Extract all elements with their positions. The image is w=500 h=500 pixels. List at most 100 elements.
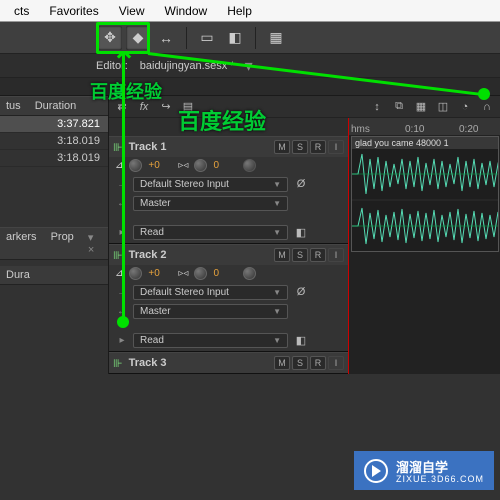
output-select[interactable]: Master▼: [133, 304, 288, 319]
solo-button[interactable]: S: [292, 248, 308, 262]
track-name[interactable]: Track 1: [129, 141, 268, 153]
ruler-tick: 0:10: [405, 124, 429, 135]
volume-value[interactable]: +0: [148, 160, 172, 171]
output-arrow-icon: ←: [115, 198, 129, 209]
automation-value: Read: [140, 335, 164, 346]
record-button[interactable]: R: [310, 140, 326, 154]
automation-arrow-icon[interactable]: ▸: [115, 227, 129, 238]
output-value: Master: [140, 306, 171, 317]
annotation-dot: [478, 88, 490, 100]
menu-view[interactable]: View: [109, 2, 155, 20]
tool-icon[interactable]: ◫: [434, 98, 452, 116]
input-monitor-button[interactable]: I: [328, 248, 344, 262]
annotation-dot: [117, 316, 129, 328]
record-button[interactable]: R: [310, 248, 326, 262]
input-monitor-button[interactable]: I: [328, 140, 344, 154]
tool-icon[interactable]: ▭: [195, 26, 219, 50]
volume-knob[interactable]: [129, 159, 142, 172]
pan-icon: ▹◃: [178, 268, 188, 279]
left-column: tus Duration 3:37.821 3:18.019 3:18.019 …: [0, 96, 108, 374]
input-select[interactable]: Default Stereo Input▼: [133, 285, 288, 300]
list-item[interactable]: 3:18.019: [0, 133, 108, 150]
tab-properties[interactable]: Prop: [51, 231, 74, 256]
output-select[interactable]: Master▼: [133, 196, 288, 211]
input-value: Default Stereo Input: [140, 179, 229, 190]
menu-effects[interactable]: cts: [4, 2, 39, 20]
mute-button[interactable]: M: [274, 356, 290, 370]
solo-button[interactable]: S: [292, 356, 308, 370]
tab-markers[interactable]: arkers: [6, 231, 37, 256]
automation-select[interactable]: Read▼: [133, 333, 288, 348]
menu-help[interactable]: Help: [217, 2, 262, 20]
headphone-icon[interactable]: ∩: [478, 98, 496, 116]
track-icon: ⊪: [113, 141, 123, 154]
solo-button[interactable]: S: [292, 140, 308, 154]
tool-icon[interactable]: ◧: [292, 223, 310, 241]
watermark-url: ZIXUE.3D66.COM: [396, 474, 484, 484]
knob[interactable]: [243, 159, 256, 172]
editor-filename[interactable]: baidujingyan.sesx *: [134, 60, 241, 72]
watermark-brand: 溜溜自学: [396, 460, 448, 475]
dropdown-arrow-icon[interactable]: ▾: [245, 56, 253, 76]
col-duration[interactable]: Duration: [35, 100, 77, 112]
metronome-icon[interactable]: ◔: [456, 98, 474, 116]
input-arrow-icon: →: [115, 287, 129, 298]
tool-icon[interactable]: ◧: [223, 26, 247, 50]
automation-select[interactable]: Read▼: [133, 225, 288, 240]
editor-label: Editor:: [90, 60, 134, 72]
move-tool-icon[interactable]: ✥: [98, 26, 122, 50]
fx-icon[interactable]: fx: [135, 98, 153, 116]
track-icon: ⊪: [113, 249, 123, 262]
ruler-unit: hms: [351, 124, 375, 135]
pan-knob[interactable]: [194, 159, 207, 172]
razor-tool-icon[interactable]: ◆: [126, 26, 150, 50]
list-item[interactable]: 3:37.821: [0, 116, 108, 133]
audio-clip[interactable]: glad you came 48000 1: [351, 136, 499, 252]
input-select[interactable]: Default Stereo Input▼: [133, 177, 288, 192]
col-status[interactable]: tus: [6, 100, 21, 112]
input-arrow-icon: →: [115, 179, 129, 190]
tool-icon[interactable]: ▤: [179, 98, 197, 116]
tracks-panel: ⇄ fx ↪ ▤ ↕ ⧉ ▦ ◫ ◔ ∩ ⊪ Track 1: [108, 96, 500, 374]
record-button[interactable]: R: [310, 356, 326, 370]
tool-icon[interactable]: ▦: [412, 98, 430, 116]
slip-tool-icon[interactable]: ↔: [154, 26, 178, 50]
files-list: 3:37.821 3:18.019 3:18.019: [0, 116, 108, 167]
files-panel-header: tus Duration: [0, 96, 108, 116]
volume-value[interactable]: +0: [148, 268, 172, 279]
volume-knob[interactable]: [129, 267, 142, 280]
input-monitor-button[interactable]: I: [328, 356, 344, 370]
pan-value[interactable]: 0: [213, 160, 237, 171]
tool-icon[interactable]: ↕: [368, 98, 386, 116]
clip-label: glad you came 48000 1: [352, 137, 498, 149]
pan-icon: ▹◃: [178, 160, 188, 171]
send-icon[interactable]: ↪: [157, 98, 175, 116]
snap-icon[interactable]: ⧉: [390, 98, 408, 116]
output-value: Master: [140, 198, 171, 209]
time-ruler[interactable]: hms 0:10 0:20 0:30: [349, 118, 500, 136]
timeline[interactable]: hms 0:10 0:20 0:30 glad you came 48000 1: [348, 118, 500, 374]
stereo-icon[interactable]: Ø: [292, 175, 310, 193]
list-item[interactable]: 3:18.019: [0, 150, 108, 167]
tool-icon[interactable]: ▦: [264, 26, 288, 50]
tool-icon[interactable]: ⇄: [113, 98, 131, 116]
menu-favorites[interactable]: Favorites: [39, 2, 108, 20]
col-duration2[interactable]: Dura: [6, 269, 30, 281]
main-toolbar: ✥ ◆ ↔ ▭ ◧ ▦: [0, 22, 500, 54]
track-icon: ⊪: [113, 357, 123, 370]
track-name[interactable]: Track 2: [129, 249, 268, 261]
automation-arrow-icon[interactable]: ▸: [115, 335, 129, 346]
automation-value: Read: [140, 227, 164, 238]
menu-bar: cts Favorites View Window Help: [0, 0, 500, 22]
menu-window[interactable]: Window: [155, 2, 218, 20]
track-name[interactable]: Track 3: [129, 357, 268, 369]
stereo-icon[interactable]: Ø: [292, 283, 310, 301]
mute-button[interactable]: M: [274, 140, 290, 154]
track-headers: ⊪ Track 1 M S R I ⊿ +0: [109, 118, 348, 374]
pan-knob[interactable]: [194, 267, 207, 280]
tool-icon[interactable]: ◧: [292, 331, 310, 349]
mute-button[interactable]: M: [274, 248, 290, 262]
track: ⊪ Track 2 M S R I ⊿ +0: [109, 244, 348, 352]
knob[interactable]: [243, 267, 256, 280]
pan-value[interactable]: 0: [213, 268, 237, 279]
